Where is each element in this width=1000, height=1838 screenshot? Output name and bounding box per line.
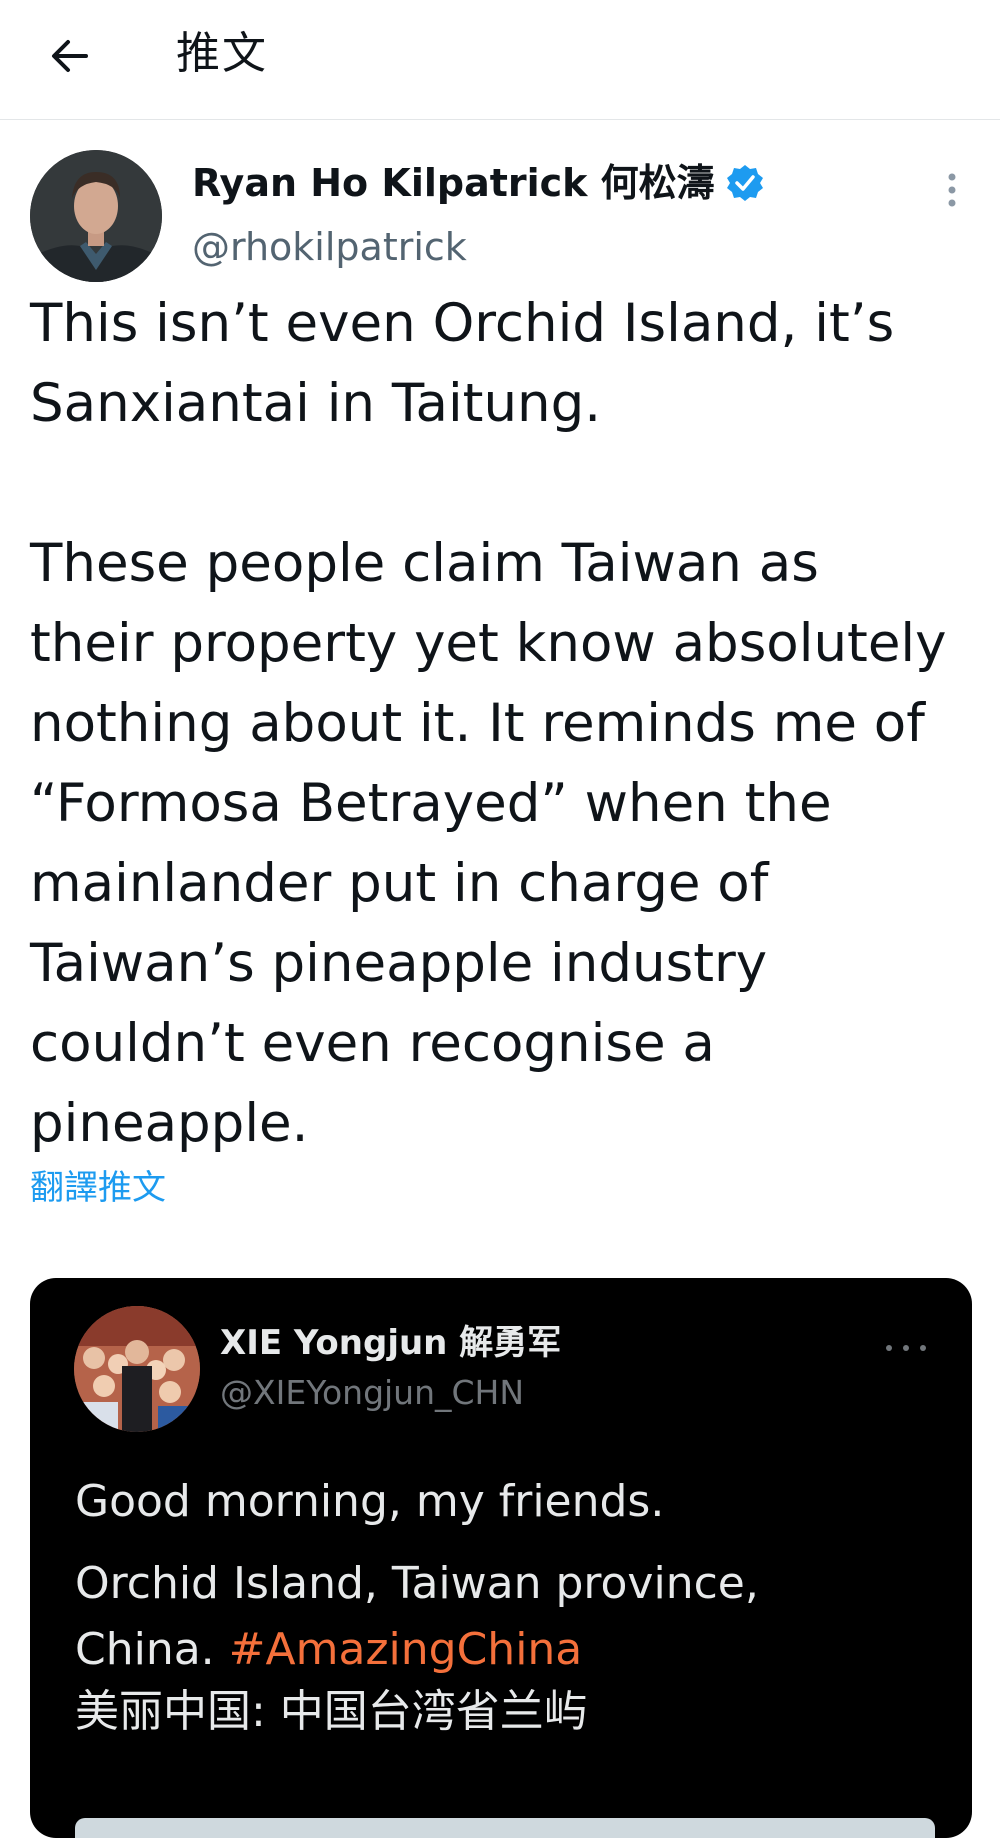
back-button[interactable]	[40, 26, 100, 86]
quoted-author-handle[interactable]: @XIEYongjun_CHN	[220, 1372, 524, 1414]
verified-badge-icon	[726, 165, 763, 201]
top-bar: 推文	[0, 0, 1000, 120]
quoted-author-name[interactable]: XIE Yongjun 解勇军	[220, 1322, 561, 1364]
tweet-text: This isn’t even Orchid Island, it’s Sanx…	[30, 293, 947, 1154]
author-name[interactable]: Ryan Ho Kilpatrick 何松濤	[192, 160, 765, 206]
avatar-image	[30, 150, 162, 282]
quoted-text-line: 美丽中国: 中国台湾省兰屿	[75, 1686, 588, 1737]
quoted-tweet[interactable]: XIE Yongjun 解勇军 @XIEYongjun_CHN Good mor…	[30, 1278, 972, 1838]
quoted-text-line: China. #AmazingChina	[75, 1620, 935, 1680]
avatar-image	[74, 1306, 200, 1432]
quoted-author-avatar[interactable]	[74, 1306, 200, 1432]
translate-tweet-link[interactable]: 翻譯推文	[30, 1166, 166, 1210]
quoted-text-line: Good morning, my friends.	[75, 1476, 665, 1527]
quoted-media-preview[interactable]	[75, 1818, 935, 1838]
more-horizontal-icon[interactable]	[886, 1338, 926, 1358]
author-avatar[interactable]	[30, 150, 162, 282]
page-title: 推文	[176, 28, 268, 79]
more-options-button[interactable]	[934, 166, 970, 214]
quoted-text-line: Orchid Island, Taiwan province,	[75, 1558, 759, 1609]
hashtag-link[interactable]: #AmazingChina	[229, 1624, 583, 1675]
author-name-text: Ryan Ho Kilpatrick 何松濤	[192, 161, 715, 205]
arrow-left-icon	[52, 40, 88, 72]
author-handle[interactable]: @rhokilpatrick	[192, 224, 467, 270]
more-vertical-icon	[948, 173, 956, 207]
quoted-text-prefix: China.	[75, 1624, 229, 1675]
